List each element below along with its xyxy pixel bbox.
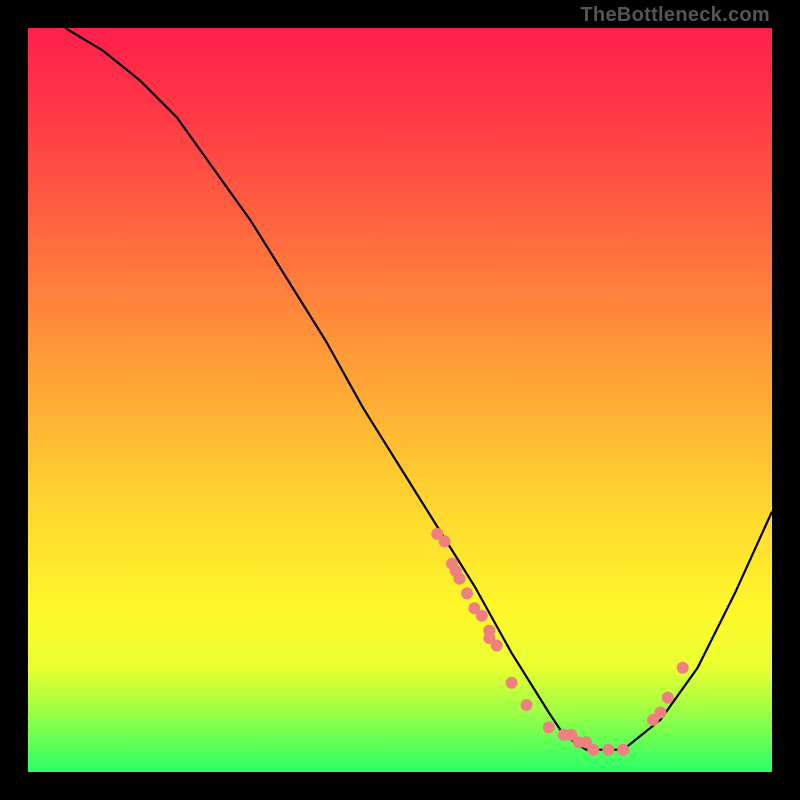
scatter-dots <box>431 528 689 756</box>
scatter-dot <box>662 692 674 704</box>
scatter-dot <box>654 707 666 719</box>
chart-frame: TheBottleneck.com <box>0 0 800 800</box>
scatter-dot <box>476 610 488 622</box>
bottleneck-curve <box>65 28 772 750</box>
chart-svg <box>28 28 772 772</box>
scatter-dot <box>587 744 599 756</box>
scatter-dot <box>491 640 503 652</box>
scatter-dot <box>543 721 555 733</box>
plot-area <box>28 28 772 772</box>
scatter-dot <box>521 699 533 711</box>
scatter-dot <box>461 587 473 599</box>
scatter-dot <box>677 662 689 674</box>
scatter-dot <box>506 677 518 689</box>
watermark-text: TheBottleneck.com <box>580 4 770 27</box>
scatter-dot <box>602 744 614 756</box>
scatter-dot <box>439 535 451 547</box>
scatter-dot <box>617 744 629 756</box>
scatter-dot <box>454 573 466 585</box>
